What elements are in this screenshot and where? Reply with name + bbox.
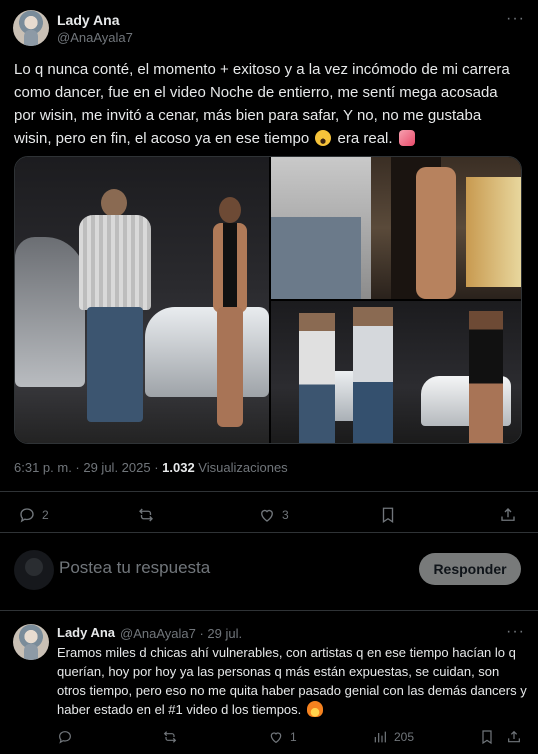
like-icon [261,509,273,522]
bookmark-icon [382,507,394,524]
share-icon [501,508,515,521]
like-icon [270,732,282,744]
tweet-media[interactable] [14,156,522,444]
reply-action[interactable]: 2 [18,506,49,524]
author-handle[interactable]: @AnaAyala7 [57,30,133,45]
reply-input[interactable]: Postea tu respuesta [59,558,210,578]
tweet-text: Lo q nunca conté, el momento + exitoso y… [14,58,522,150]
like-count: 3 [282,508,289,522]
bookmark-icon [482,730,492,745]
reply-bookmark-action[interactable] [479,729,495,745]
retweet-icon [163,731,177,743]
retweet-action[interactable] [137,506,161,524]
views-icon [374,731,386,743]
heart-emoji [398,130,415,146]
reply-text-body: Eramos miles d chicas ahí vulnerables, c… [57,645,527,717]
reply-share-action[interactable] [506,729,522,745]
reply-author-name[interactable]: Lady Ana [57,625,115,640]
divider-top [0,491,538,492]
reply-text: Eramos miles d chicas ahí vulnerables, c… [57,643,527,719]
divider-mid [0,532,538,533]
fire-emoji [306,701,323,717]
views-label: Visualizaciones [194,460,288,475]
reply-count: 2 [42,508,49,522]
media-photo-3[interactable] [271,301,521,443]
share-icon [508,730,520,743]
divider-bottom [0,610,538,611]
reply-button[interactable]: Responder [419,553,521,585]
views-count: 1.032 [162,460,195,475]
media-photo-1[interactable] [15,157,269,443]
reply-author-avatar[interactable] [13,624,49,660]
retweet-icon [139,508,153,522]
like-action[interactable]: 3 [258,506,289,524]
astonished-face-emoji [315,130,332,146]
author-name[interactable]: Lady Ana [57,12,120,28]
reply-like-count: 1 [290,730,297,744]
tweet-time[interactable]: 6:31 p. m. · 29 jul. 2025 · [14,460,162,475]
reply-reply-action[interactable] [57,729,79,745]
tweet-text-tail: era real. [337,130,393,147]
reply-author-handle[interactable]: @AnaAyala7 · 29 jul. [120,626,242,641]
share-action[interactable] [499,506,517,524]
reply-like-action[interactable]: 1 [268,729,297,745]
reply-views-count: 205 [394,730,415,744]
bookmark-action[interactable] [379,506,397,524]
user-avatar [14,550,54,590]
media-photo-2[interactable] [271,157,521,299]
author-avatar[interactable] [13,10,49,46]
reply-more-icon[interactable]: ··· [506,623,525,641]
reply-retweet-action[interactable] [162,729,184,745]
more-icon[interactable]: ··· [506,10,525,28]
reply-icon [20,508,34,523]
reply-icon [59,731,71,744]
tweet-meta: 6:31 p. m. · 29 jul. 2025 · 1.032 Visual… [14,460,288,475]
tweet-text-body: Lo q nunca conté, el momento + exitoso y… [14,61,510,147]
reply-views-action[interactable]: 205 [372,729,414,745]
